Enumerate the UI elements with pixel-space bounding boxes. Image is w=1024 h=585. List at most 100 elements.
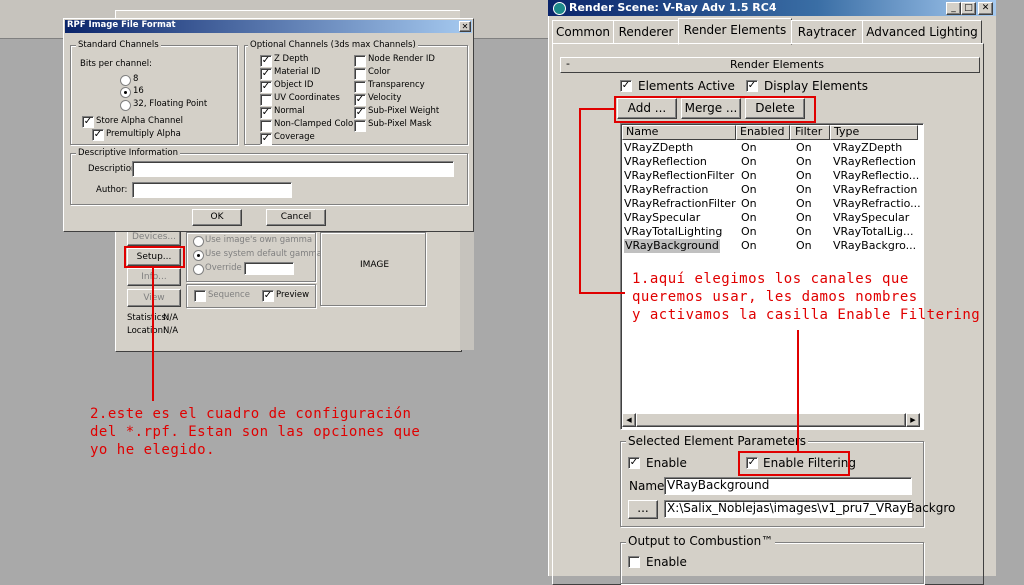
optional-channel-checkbox[interactable] [354,55,366,67]
premultiply-checkbox[interactable]: ✓ [92,129,104,141]
cell-filter: On [796,239,812,252]
cell-enabled: On [741,141,757,154]
bits-8-radio[interactable] [120,75,131,86]
cell-enabled: On [741,197,757,210]
optional-channel-checkbox[interactable]: ✓ [354,107,366,119]
cell-filter: On [796,169,812,182]
location-value: N/A [163,326,179,336]
table-row[interactable]: VRaySpecular On On VRaySpecular [624,211,916,225]
table-row[interactable]: VRayReflectionFilter On On VRayReflectio... [624,169,919,183]
tab-renderer[interactable]: Renderer [613,20,679,44]
preview-checkbox[interactable]: ✓ [262,290,274,302]
scroll-left-button[interactable]: ◀ [622,413,636,427]
buttons-connector-top [579,108,616,110]
optional-channel-checkbox[interactable] [354,81,366,93]
tab-advanced-lighting[interactable]: Advanced Lighting [862,20,982,44]
filter-connector-line [797,330,799,452]
rpf-cancel-button[interactable]: Cancel [266,209,326,226]
table-row[interactable]: VRayReflection On On VRayReflection [624,155,916,169]
cell-enabled: On [741,239,757,252]
optional-channel-label: Sub-Pixel Mask [368,119,432,129]
cell-name: VRayZDepth [624,141,694,154]
bits-32-radio[interactable] [120,100,131,111]
author-input[interactable] [132,182,292,198]
system-gamma-label: Use system default gamma [205,249,322,259]
optional-channel-label: Z Depth [274,54,309,64]
render-scene-title: Render Scene: V-Ray Adv 1.5 RC4 [569,1,777,14]
description-input[interactable] [132,161,454,177]
rpf-title: RPF Image File Format [67,20,176,30]
maximize-button[interactable]: □ [961,2,976,15]
cell-filter: On [796,141,812,154]
tab-raytracer[interactable]: Raytracer [791,20,863,44]
optional-channel-checkbox[interactable]: ✓ [260,68,272,80]
browse-button[interactable]: ... [628,500,658,519]
rpf-ok-button[interactable]: OK [192,209,242,226]
app-icon [553,2,566,15]
col-header-enabled-label: Enabled [740,125,785,138]
table-row[interactable]: VRayRefractionFilter On On VRayRefractio... [624,197,921,211]
enable-checkbox[interactable]: ✓ [628,457,640,469]
sequence-checkbox[interactable] [194,290,206,302]
optional-channel-checkbox[interactable] [260,120,272,132]
annotation-note-2: 2.este es el cuadro de configuración del… [90,406,421,458]
table-row[interactable]: VRayTotalLighting On On VRayTotalLig... [624,225,916,239]
info-button[interactable]: Info... [127,268,181,286]
cell-name: VRayRefraction [624,183,709,196]
cell-enabled: On [741,211,757,224]
optional-channel-checkbox[interactable]: ✓ [260,81,272,93]
close-button[interactable]: ✕ [978,2,993,15]
bits-per-channel-label: Bits per channel: [80,59,152,69]
cell-enabled: On [741,169,757,182]
optional-channel-checkbox[interactable] [354,68,366,80]
optional-channel-checkbox[interactable]: ✓ [260,133,272,145]
optional-channel-checkbox[interactable]: ✓ [260,55,272,67]
minimize-button[interactable]: _ [946,2,961,15]
scroll-thumb[interactable] [636,413,906,427]
path-input-value: X:\Salix_Noblejas\images\v1_pru7_VRayBac… [667,501,956,515]
system-gamma-radio[interactable] [193,250,204,261]
image-preview-label: IMAGE [360,260,390,270]
rollout-minus: - [566,57,570,70]
table-row[interactable]: VRayRefraction On On VRayRefraction [624,183,917,197]
tab-common[interactable]: Common [552,20,614,44]
author-label: Author: [96,185,128,195]
store-alpha-label: Store Alpha Channel [96,116,183,126]
bits-8-label: 8 [133,74,139,84]
optional-channel-label: Velocity [368,93,402,103]
override-gamma-spinner[interactable] [244,262,294,275]
view-button[interactable]: View [127,289,181,307]
optional-channel-checkbox[interactable] [354,120,366,132]
elements-active-checkbox[interactable]: ✓ [620,80,632,92]
descriptive-info-title: Descriptive Information [76,148,180,158]
optional-channel-checkbox[interactable] [260,94,272,106]
override-gamma-radio[interactable] [193,264,204,275]
store-alpha-checkbox[interactable]: ✓ [82,116,94,128]
optional-channel-checkbox[interactable]: ✓ [354,94,366,106]
col-header-name-label: Name [626,125,659,138]
own-gamma-radio[interactable] [193,236,204,247]
cell-name: VRayBackground [624,239,720,253]
cell-type: VRayBackgro... [833,239,917,252]
optional-channel-label: Non-Clamped Color [274,119,357,129]
cell-type: VRayTotalLig... [833,225,914,238]
own-gamma-label: Use image's own gamma [205,235,313,245]
rollout-title: Render Elements [730,58,824,71]
cell-name: VRayReflection [624,155,707,168]
display-elements-checkbox[interactable]: ✓ [746,80,758,92]
table-row[interactable]: VRayBackground On On VRayBackgro... [624,239,916,253]
tab-render-elements[interactable]: Render Elements [678,18,792,45]
setup-highlight [124,246,185,268]
cell-filter: On [796,197,812,210]
optional-channel-checkbox[interactable]: ✓ [260,107,272,119]
table-row[interactable]: VRayZDepth On On VRayZDepth [624,141,916,155]
rpf-close-button[interactable]: ✕ [459,21,471,32]
bits-16-radio[interactable] [120,87,131,98]
right-desktop-strip [996,0,1024,576]
selected-params-title: Selected Element Parameters [626,434,809,448]
scroll-right-button[interactable]: ▶ [906,413,920,427]
cell-enabled: On [741,225,757,238]
display-elements-label: Display Elements [764,79,868,93]
optional-channel-label: Object ID [274,80,314,90]
combustion-enable-checkbox[interactable] [628,556,640,568]
